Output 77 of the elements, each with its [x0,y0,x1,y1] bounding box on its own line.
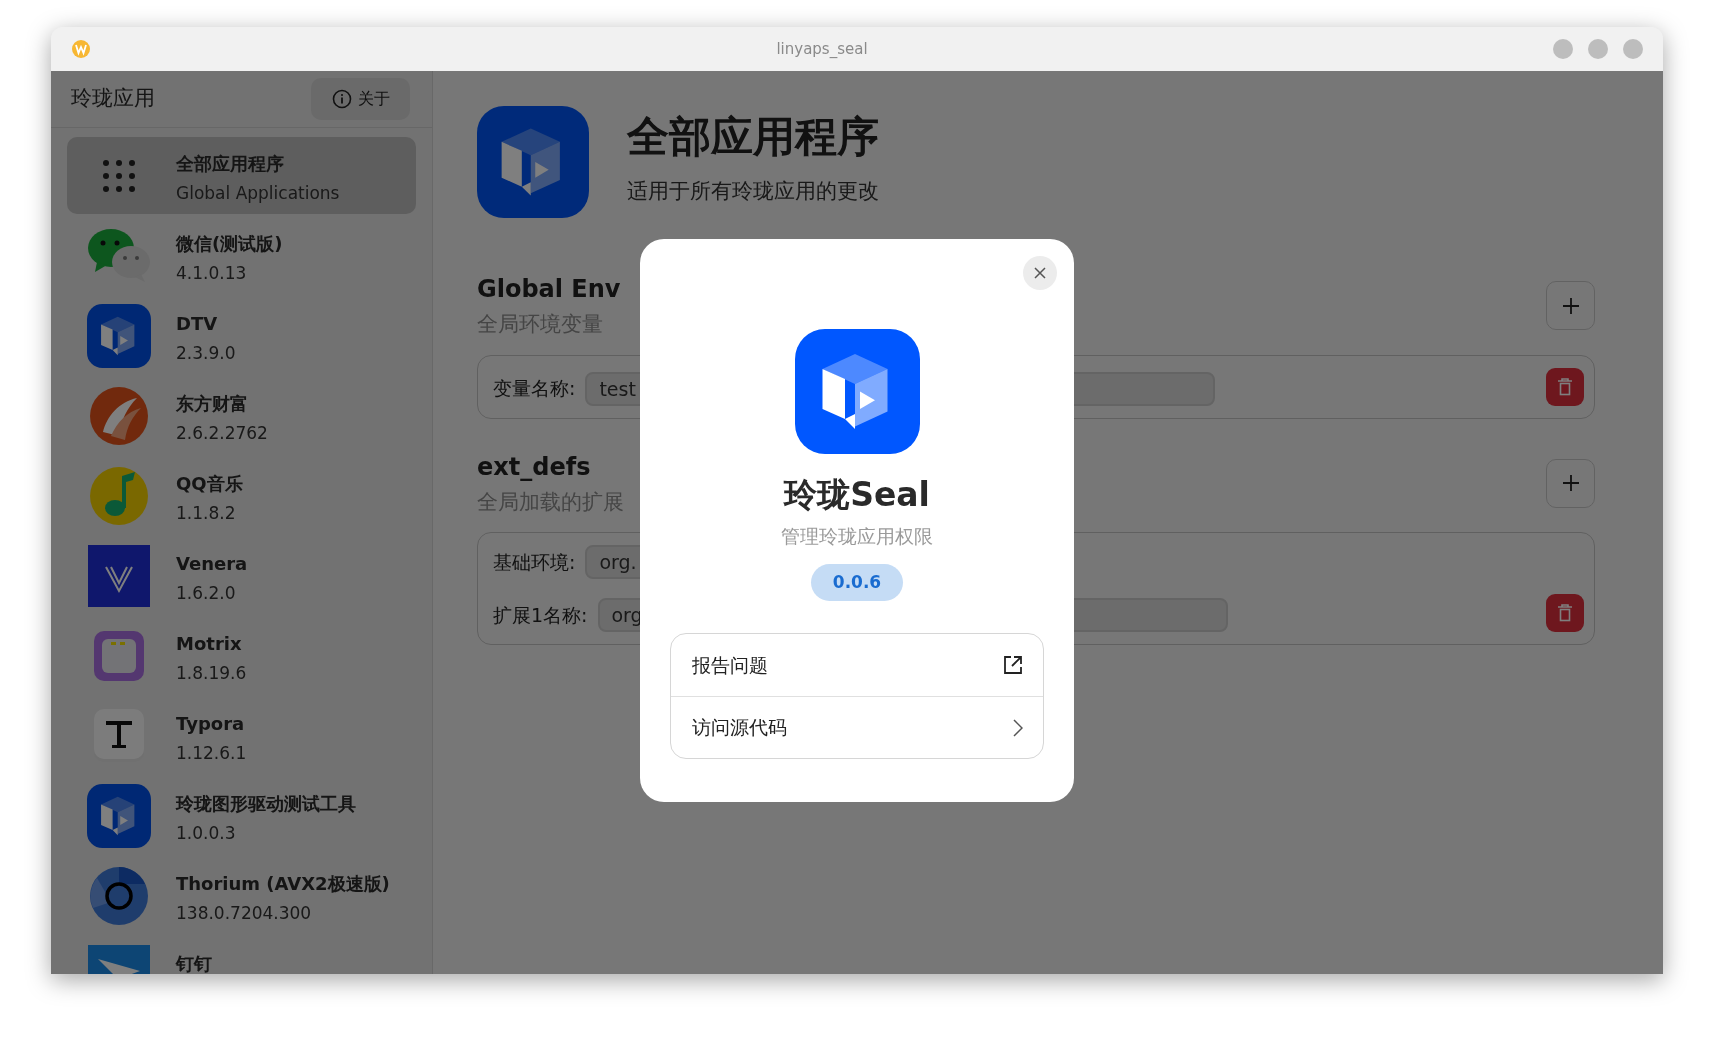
sidebar-item[interactable]: 全部应用程序 Global Applications [67,137,416,214]
app-description: 管理玲珑应用权限 [781,523,933,549]
app-logo-icon [71,39,91,59]
external-link-icon [1003,655,1023,675]
app-version: 2.3.9.0 [176,341,236,365]
box-icon [93,629,145,682]
app-version: Global Applications [176,181,340,205]
add-button[interactable] [1546,281,1595,331]
app-title: 玲珑Seal [784,474,930,516]
field-label: 扩展1名称: [493,602,588,628]
app-version: 1.1.8.2 [176,501,237,525]
sidebar-item[interactable]: Typora 1.12.6.1 [67,697,416,774]
about-button[interactable]: 关于 [311,78,410,120]
app-name: DTV [176,311,219,336]
version-badge: 0.0.6 [810,564,904,601]
app-name: Thorium (AVX2极速版) [176,871,390,896]
sidebar-item[interactable]: 东方财富 2.6.2.2762 [67,377,416,454]
grid-icon [102,158,136,193]
link-row[interactable]: 报告问题 [671,634,1043,696]
close-icon [1033,266,1047,280]
app-version: 1.12.6.1 [176,741,247,765]
app-name: 东方财富 [176,391,249,416]
app-version: 1.6.2.0 [176,581,237,605]
sidebar-item[interactable]: 钉钉 [67,937,416,974]
app-version: 138.0.7204.300 [176,901,313,925]
minimize-button[interactable] [1553,39,1573,59]
trash-icon [1557,377,1573,396]
v-logo-icon [88,544,150,607]
app-version: 1.0.0.3 [176,821,237,845]
swoosh-logo-icon [89,385,149,446]
sidebar-item[interactable]: Motrix 1.8.19.6 [67,617,416,694]
app-name: Venera [176,551,248,576]
section-title: ext_defs [477,451,592,483]
link-label: 报告问题 [692,652,768,678]
cube-logo-icon [87,783,151,848]
page-title: 全部应用程序 [627,116,879,159]
plus-icon [1561,296,1580,315]
sidebar-item[interactable]: 微信(测试版) 4.1.0.13 [67,217,416,294]
app-name: Motrix [176,631,243,656]
sidebar-item[interactable]: Venera 1.6.2.0 [67,537,416,614]
chat-bubbles-icon [87,227,151,284]
sidebar-item[interactable]: 玲珑图形驱动测试工具 1.0.0.3 [67,777,416,854]
chevron-right-icon [1013,718,1023,737]
app-name: 钉钉 [176,951,212,974]
delete-button[interactable] [1546,594,1584,632]
sidebar-item[interactable]: QQ音乐 1.1.8.2 [67,457,416,534]
plus-icon [1561,474,1580,493]
sidebar-title: 玲珑应用 [71,85,155,113]
cube-logo-icon [794,329,920,454]
app-name: QQ音乐 [176,471,243,496]
browser-logo-icon [89,865,149,926]
delete-button[interactable] [1546,367,1584,406]
trash-icon [1557,604,1573,622]
music-note-icon [89,465,149,526]
cube-logo-icon [87,303,151,368]
app-version: 4.1.0.13 [176,261,248,285]
close-button[interactable] [1023,256,1057,290]
app-version: 2.6.2.2762 [176,421,268,445]
app-version: 1.8.19.6 [176,661,247,685]
section-title: Global Env [477,274,621,305]
field-label: 基础环境: [493,549,576,575]
sidebar-item[interactable]: Thorium (AVX2极速版) 138.0.7204.300 [67,857,416,934]
info-icon [331,89,352,109]
link-row[interactable]: 访问源代码 [671,696,1043,758]
maximize-button[interactable] [1588,39,1608,59]
app-name: Typora [176,711,246,736]
add-button[interactable] [1546,458,1595,508]
sidebar-item[interactable]: DTV 2.3.9.0 [67,297,416,374]
page-subtitle: 适用于所有玲珑应用的更改 [627,178,879,206]
field-label: 变量名称: [493,376,576,402]
close-button[interactable] [1623,39,1643,59]
app-name: 玲珑图形驱动测试工具 [176,791,356,816]
link-label: 访问源代码 [692,715,787,741]
app-name: 微信(测试版) [176,231,283,256]
cube-logo-icon [477,106,589,218]
app-name: 全部应用程序 [176,151,285,176]
window-title: linyaps_seal [776,38,868,60]
